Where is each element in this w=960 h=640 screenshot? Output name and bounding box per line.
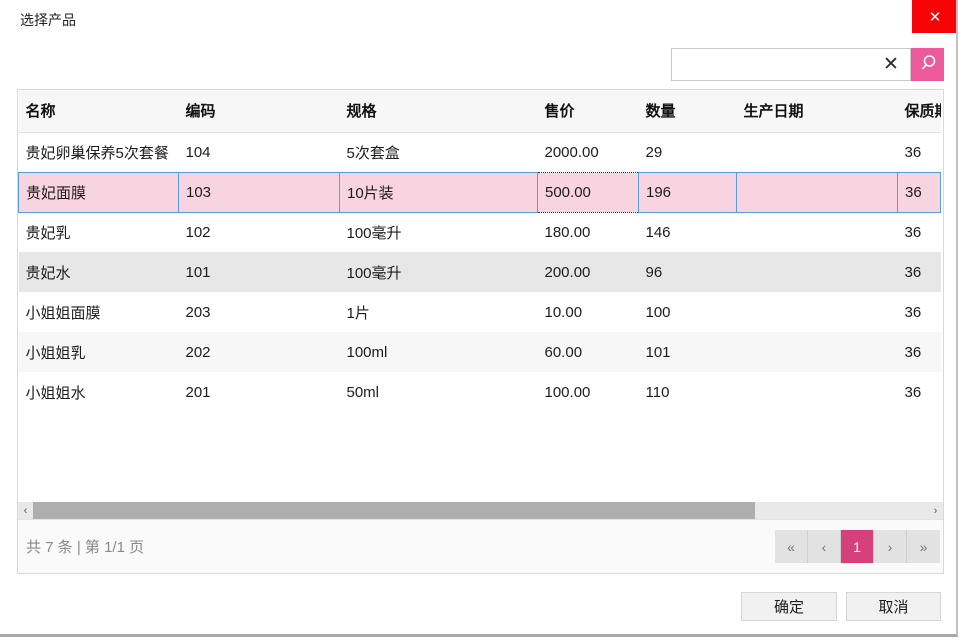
grid-viewport: 名称 编码 规格 售价 数量 生产日期 保质期 贵妃卵巢保养5次套餐 104 5…	[18, 90, 943, 502]
cell-qty[interactable]: 101	[639, 332, 737, 372]
cell-date[interactable]	[737, 292, 898, 332]
last-page-button[interactable]: »	[907, 530, 940, 563]
cell-spec[interactable]: 50ml	[340, 372, 538, 412]
ok-button[interactable]: 确定	[741, 592, 837, 621]
col-header-spec[interactable]: 规格	[340, 90, 538, 132]
cell-spec[interactable]: 5次套盒	[340, 132, 538, 172]
next-page-button[interactable]: ›	[874, 530, 907, 563]
horizontal-scrollbar[interactable]: ‹ ›	[18, 502, 943, 519]
cell-code[interactable]: 102	[179, 212, 340, 252]
cell-date[interactable]	[737, 252, 898, 292]
cell-price[interactable]: 2000.00	[538, 132, 639, 172]
scroll-left-icon[interactable]: ‹	[18, 502, 33, 519]
cell-name[interactable]: 小姐姐面膜	[19, 292, 179, 332]
first-page-button[interactable]: «	[775, 530, 808, 563]
cell-name[interactable]: 贵妃面膜	[19, 172, 179, 212]
cell-price[interactable]: 100.00	[538, 372, 639, 412]
scrollbar-thumb[interactable]	[33, 502, 755, 519]
cell-qty[interactable]: 146	[639, 212, 737, 252]
cell-qty[interactable]: 100	[639, 292, 737, 332]
cell-spec[interactable]: 100ml	[340, 332, 538, 372]
cell-code[interactable]: 203	[179, 292, 340, 332]
col-header-price[interactable]: 售价	[538, 90, 639, 132]
search-input[interactable]	[671, 48, 911, 81]
cell-date[interactable]	[737, 132, 898, 172]
close-button[interactable]: ✕	[912, 0, 958, 33]
cell-price[interactable]: 60.00	[538, 332, 639, 372]
col-header-date[interactable]: 生产日期	[737, 90, 898, 132]
table-row[interactable]: 小姐姐水 201 50ml 100.00 110 36	[19, 372, 941, 412]
table-row[interactable]: 小姐姐面膜 203 1片 10.00 100 36	[19, 292, 941, 332]
grid-footer: 共 7 条 | 第 1/1 页 « ‹ 1 › »	[18, 519, 943, 573]
search-button[interactable]	[911, 48, 944, 81]
cell-date[interactable]	[737, 212, 898, 252]
col-header-qty[interactable]: 数量	[639, 90, 737, 132]
cell-qty[interactable]: 96	[639, 252, 737, 292]
table-row[interactable]: 贵妃卵巢保养5次套餐 104 5次套盒 2000.00 29 36	[19, 132, 941, 172]
cell-spec[interactable]: 100毫升	[340, 252, 538, 292]
dialog-title: 选择产品	[20, 10, 76, 30]
cell-code[interactable]: 202	[179, 332, 340, 372]
cell-price[interactable]: 200.00	[538, 252, 639, 292]
cell-date[interactable]	[737, 332, 898, 372]
cell-code[interactable]: 201	[179, 372, 340, 412]
product-table: 名称 编码 规格 售价 数量 生产日期 保质期 贵妃卵巢保养5次套餐 104 5…	[18, 90, 941, 412]
cell-date[interactable]	[737, 172, 898, 212]
pagination: « ‹ 1 › »	[775, 530, 940, 563]
prev-page-button[interactable]: ‹	[808, 530, 841, 563]
cell-spec[interactable]: 1片	[340, 292, 538, 332]
cell-name[interactable]: 贵妃水	[19, 252, 179, 292]
cell-price-focused[interactable]: 500.00	[538, 172, 639, 212]
cell-name[interactable]: 贵妃卵巢保养5次套餐	[19, 132, 179, 172]
cell-shelf[interactable]: 36	[898, 332, 941, 372]
cell-qty[interactable]: 110	[639, 372, 737, 412]
cell-name[interactable]: 贵妃乳	[19, 212, 179, 252]
cell-price[interactable]: 180.00	[538, 212, 639, 252]
cell-spec[interactable]: 10片装	[340, 172, 538, 212]
record-summary: 共 7 条 | 第 1/1 页	[26, 536, 144, 557]
scroll-right-icon[interactable]: ›	[928, 502, 943, 519]
cell-name[interactable]: 小姐姐水	[19, 372, 179, 412]
clear-search-icon[interactable]: ✕	[876, 48, 906, 81]
cell-date[interactable]	[737, 372, 898, 412]
col-header-name[interactable]: 名称	[19, 90, 179, 132]
cell-code[interactable]: 104	[179, 132, 340, 172]
cell-name[interactable]: 小姐姐乳	[19, 332, 179, 372]
table-row-selected[interactable]: 贵妃面膜 103 10片装 500.00 196 36	[19, 172, 941, 212]
close-icon: ✕	[929, 8, 942, 26]
cell-shelf[interactable]: 36	[898, 372, 941, 412]
cell-qty[interactable]: 196	[639, 172, 737, 212]
col-header-code[interactable]: 编码	[179, 90, 340, 132]
col-header-shelf[interactable]: 保质期	[898, 90, 941, 132]
search-icon	[918, 53, 938, 76]
header-row: 名称 编码 规格 售价 数量 生产日期 保质期	[19, 90, 941, 132]
cell-shelf[interactable]: 36	[898, 292, 941, 332]
cell-qty[interactable]: 29	[639, 132, 737, 172]
cell-shelf[interactable]: 36	[898, 252, 941, 292]
cell-spec[interactable]: 100毫升	[340, 212, 538, 252]
table-row[interactable]: 贵妃水 101 100毫升 200.00 96 36	[19, 252, 941, 292]
table-row[interactable]: 贵妃乳 102 100毫升 180.00 146 36	[19, 212, 941, 252]
select-product-dialog: 选择产品 ✕ ✕ 名称 编码 规格 售价 数量	[0, 0, 958, 637]
page-1-button[interactable]: 1	[841, 530, 874, 563]
table-row[interactable]: 小姐姐乳 202 100ml 60.00 101 36	[19, 332, 941, 372]
product-grid-panel: 名称 编码 规格 售价 数量 生产日期 保质期 贵妃卵巢保养5次套餐 104 5…	[17, 89, 944, 574]
cell-code[interactable]: 101	[179, 252, 340, 292]
cell-shelf[interactable]: 36	[898, 132, 941, 172]
cell-price[interactable]: 10.00	[538, 292, 639, 332]
cancel-button[interactable]: 取消	[846, 592, 941, 621]
cell-shelf[interactable]: 36	[898, 212, 941, 252]
cell-code[interactable]: 103	[179, 172, 340, 212]
cell-shelf[interactable]: 36	[898, 172, 941, 212]
